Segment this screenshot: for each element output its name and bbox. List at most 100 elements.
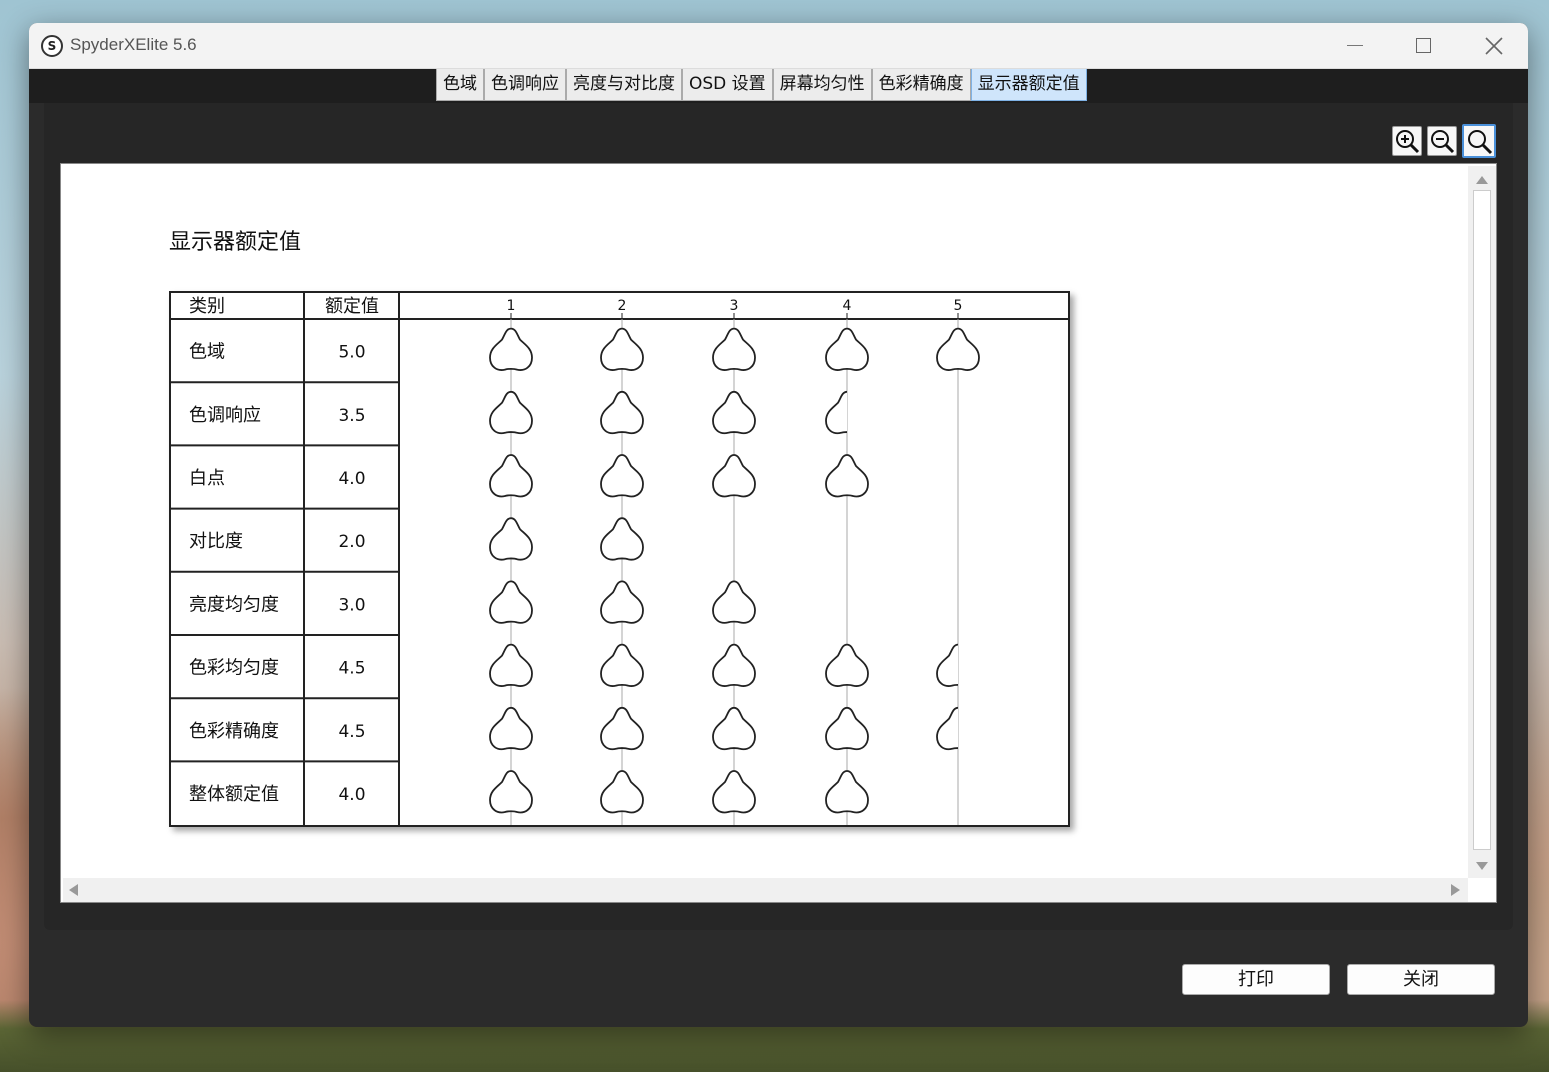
- vertical-scroll-thumb[interactable]: [1473, 190, 1491, 850]
- title-bar: S SpyderXElite 5.6: [29, 23, 1528, 69]
- zoom-out-icon: [1431, 130, 1455, 154]
- rating-symbol-full: [825, 643, 869, 687]
- rating-symbol-shape: [712, 390, 756, 435]
- rating-symbol-shape: [936, 643, 958, 687]
- rating-symbol-half: [936, 706, 958, 751]
- rating-symbol-shape: [936, 327, 980, 371]
- rating-symbol-full: [712, 454, 756, 498]
- maximize-button[interactable]: [1389, 23, 1459, 69]
- scale-label-1: 1: [507, 298, 516, 314]
- minimize-button[interactable]: [1319, 23, 1389, 69]
- rating-symbol-full: [712, 706, 756, 751]
- rating-symbol-half: [936, 643, 958, 687]
- rating-symbol-shape: [825, 706, 869, 751]
- rating-symbol-shape: [825, 327, 869, 371]
- row-rating: 4.5: [338, 722, 365, 742]
- zoom-fit-button[interactable]: [1462, 124, 1496, 158]
- tab-6[interactable]: 显示器额定值: [970, 69, 1087, 101]
- rating-symbol-full: [600, 643, 644, 687]
- row-rating: 4.0: [338, 469, 365, 489]
- rating-symbol-shape: [489, 580, 533, 624]
- rating-symbol-full: [489, 706, 533, 751]
- tab-list: 色域 色调响应 亮度与对比度 OSD 设置 屏幕均匀性 色彩精确度 显示器额定值: [436, 69, 1087, 101]
- rating-symbol-full: [712, 390, 756, 435]
- rating-symbol-shape: [489, 517, 533, 561]
- report-viewport[interactable]: 显示器额定值 类别 额定值 1 2 3 4 5 色域 5.0 色调响应 3.5 白点 4.0 对比度 2.0…: [60, 163, 1497, 903]
- tab-3[interactable]: OSD 设置: [682, 69, 773, 101]
- row-category: 色域: [189, 342, 225, 363]
- tab-0[interactable]: 色域: [436, 69, 484, 101]
- tab-5[interactable]: 色彩精确度: [871, 69, 971, 101]
- rating-symbol-full: [712, 580, 756, 624]
- rating-symbol-shape: [825, 770, 869, 814]
- rating-symbol-shape: [936, 706, 958, 751]
- scale-label-2: 2: [618, 298, 627, 314]
- rating-symbol-shape: [489, 327, 533, 371]
- rating-symbol-shape: [489, 706, 533, 751]
- rating-symbol-shape: [489, 454, 533, 498]
- print-button[interactable]: 打印: [1182, 964, 1330, 995]
- rating-symbol-shape: [712, 706, 756, 751]
- rating-symbol-shape: [600, 390, 644, 435]
- row-rating: 2.0: [338, 532, 365, 552]
- scroll-up-arrow-icon[interactable]: [1476, 176, 1488, 184]
- row-category: 亮度均匀度: [189, 594, 279, 615]
- vertical-scrollbar[interactable]: [1468, 166, 1496, 878]
- rating-symbol-shape: [712, 454, 756, 498]
- rating-symbol-half: [825, 390, 847, 435]
- rating-symbol-shape: [600, 770, 644, 814]
- row-category: 整体额定值: [189, 784, 279, 805]
- rating-symbol-full: [489, 454, 533, 498]
- rating-symbol-shape: [600, 454, 644, 498]
- rating-symbol-full: [489, 580, 533, 624]
- tab-strip: 色域 色调响应 亮度与对比度 OSD 设置 屏幕均匀性 色彩精确度 显示器额定值: [29, 69, 1528, 103]
- rating-symbol-full: [600, 454, 644, 498]
- row-category: 对比度: [189, 531, 243, 552]
- rating-symbol-full: [712, 327, 756, 371]
- row-category: 白点: [189, 468, 225, 489]
- magnifier-icon: [1468, 130, 1493, 155]
- tab-1[interactable]: 色调响应: [484, 69, 566, 101]
- rating-symbol-full: [600, 706, 644, 751]
- zoom-in-button[interactable]: [1392, 126, 1422, 156]
- scroll-down-arrow-icon[interactable]: [1476, 862, 1488, 870]
- scroll-left-arrow-icon[interactable]: [69, 884, 78, 896]
- scale-label-5: 5: [954, 298, 963, 314]
- rating-symbol-full: [825, 327, 869, 371]
- row-category: 色彩均匀度: [189, 658, 279, 679]
- rating-symbol-full: [600, 517, 644, 561]
- app-window: S SpyderXElite 5.6 色域 色调响应 亮度与对比度 OSD 设置 屏幕均…: [29, 23, 1528, 1027]
- rating-symbol-full: [489, 517, 533, 561]
- row-rating: 5.0: [338, 343, 365, 363]
- rating-symbol-full: [825, 770, 869, 814]
- rating-symbol-shape: [712, 643, 756, 687]
- zoom-out-button[interactable]: [1427, 126, 1457, 156]
- window-title: SpyderXElite 5.6: [70, 35, 197, 54]
- horizontal-scrollbar[interactable]: [63, 878, 1468, 902]
- rating-symbol-shape: [825, 643, 869, 687]
- rating-symbol-shape: [600, 327, 644, 371]
- scroll-right-arrow-icon[interactable]: [1451, 884, 1460, 896]
- zoom-in-icon: [1396, 130, 1420, 154]
- rating-symbol-full: [600, 390, 644, 435]
- rating-symbol-shape: [600, 706, 644, 751]
- scale-label-4: 4: [843, 298, 852, 314]
- report-title: 显示器额定值: [169, 230, 302, 255]
- rating-symbol-shape: [600, 517, 644, 561]
- rating-symbol-shape: [600, 643, 644, 687]
- close-window-button[interactable]: [1459, 23, 1528, 69]
- rating-symbol-shape: [825, 390, 847, 435]
- row-rating: 3.0: [338, 595, 365, 615]
- tab-2[interactable]: 亮度与对比度: [566, 69, 682, 101]
- header-rating: 额定值: [325, 296, 379, 317]
- rating-symbol-full: [936, 327, 980, 371]
- row-category: 色调响应: [189, 405, 261, 426]
- rating-symbol-full: [489, 643, 533, 687]
- rating-table: 类别 额定值 1 2 3 4 5 色域 5.0 色调响应 3.5 白点 4.0 对比度 2.0 亮度均匀度 3.…: [169, 291, 1070, 827]
- rating-grid: 类别 额定值 1 2 3 4 5 色域 5.0 色调响应 3.5 白点 4.0 对比度 2.0 亮度均匀度 3.…: [171, 293, 1068, 825]
- close-button[interactable]: 关闭: [1347, 964, 1495, 995]
- rating-symbol-shape: [712, 770, 756, 814]
- rating-symbol-shape: [712, 327, 756, 371]
- tab-4[interactable]: 屏幕均匀性: [772, 69, 872, 101]
- rating-symbol-shape: [489, 770, 533, 814]
